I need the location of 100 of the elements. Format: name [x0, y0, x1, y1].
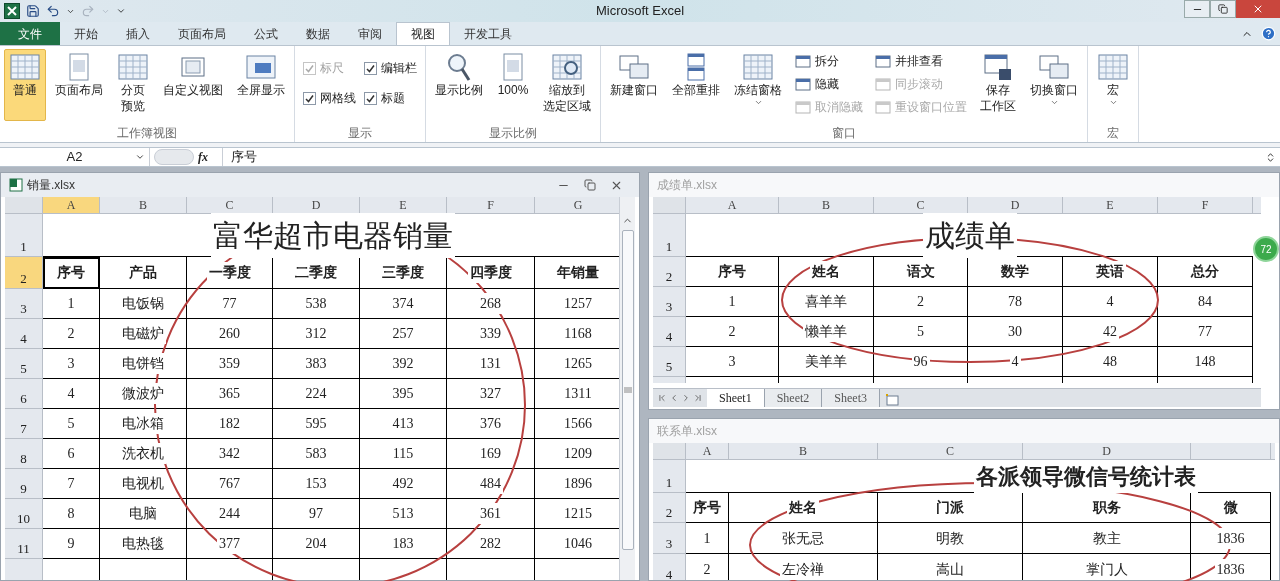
- row-header[interactable]: 7: [5, 409, 43, 439]
- ribbon-button[interactable]: 全屏显示: [232, 49, 290, 121]
- ribbon-small-button[interactable]: 隐藏: [795, 74, 863, 94]
- ribbon-button[interactable]: 显示比例: [430, 49, 488, 121]
- ribbon-tab[interactable]: 公式: [240, 22, 292, 45]
- next-sheet-icon[interactable]: [681, 393, 691, 403]
- ribbon-group-label: 窗口: [831, 125, 857, 142]
- ribbon-tab[interactable]: 开始: [60, 22, 112, 45]
- sheet-tab[interactable]: Sheet1: [707, 389, 765, 407]
- scrollbar-thumb[interactable]: [621, 230, 634, 550]
- column-header[interactable]: E: [1063, 197, 1158, 214]
- row-header[interactable]: [653, 377, 686, 383]
- previous-sheet-icon[interactable]: [669, 393, 679, 403]
- ribbon-button[interactable]: 自定义视图: [158, 49, 228, 121]
- row-header[interactable]: 3: [653, 523, 686, 554]
- ribbon-tab[interactable]: 数据: [292, 22, 344, 45]
- column-header[interactable]: C: [874, 197, 968, 214]
- row-header[interactable]: 2: [653, 493, 686, 523]
- select-all-corner[interactable]: [653, 197, 686, 214]
- expand-formula-bar-icon[interactable]: [1265, 151, 1276, 163]
- row-header[interactable]: 4: [653, 317, 686, 347]
- column-header[interactable]: [1191, 443, 1271, 460]
- row-header[interactable]: 5: [5, 349, 43, 379]
- customize-toolbar-icon[interactable]: [116, 6, 126, 16]
- formula-bar-splitter[interactable]: [154, 149, 194, 165]
- ribbon-button[interactable]: 分页 预览: [112, 49, 154, 121]
- ribbon-button[interactable]: 宏: [1092, 49, 1134, 121]
- column-header[interactable]: [1271, 443, 1275, 460]
- ribbon-tab[interactable]: 视图: [396, 22, 450, 45]
- ribbon-small-button[interactable]: 并排查看: [875, 51, 967, 71]
- row-header[interactable]: 3: [653, 287, 686, 317]
- ribbon-button[interactable]: 页面布局: [50, 49, 108, 121]
- row-header[interactable]: 1: [653, 460, 686, 493]
- column-header[interactable]: B: [779, 197, 874, 214]
- row-header[interactable]: [5, 559, 43, 580]
- ribbon-tab[interactable]: 文件: [0, 22, 60, 45]
- column-header[interactable]: A: [686, 443, 729, 460]
- row-header[interactable]: 6: [5, 379, 43, 409]
- ribbon-tab[interactable]: 插入: [112, 22, 164, 45]
- function-label[interactable]: fx: [198, 148, 222, 166]
- vertical-scrollbar[interactable]: [619, 197, 635, 580]
- last-sheet-icon[interactable]: [693, 393, 703, 403]
- column-header[interactable]: F: [447, 197, 535, 214]
- save-icon[interactable]: [26, 4, 40, 18]
- column-header[interactable]: G: [535, 197, 619, 214]
- app-icon[interactable]: [4, 3, 20, 19]
- sheet-tab[interactable]: Sheet2: [764, 389, 823, 407]
- checkbox[interactable]: [303, 91, 316, 105]
- insert-sheet-icon[interactable]: [884, 393, 900, 406]
- restore-button[interactable]: [1210, 0, 1236, 18]
- ribbon-button[interactable]: 全部重排: [667, 49, 725, 121]
- ribbon-button[interactable]: 冻结窗格: [729, 49, 787, 121]
- sheet-tab[interactable]: Sheet3: [822, 389, 880, 407]
- select-all-corner[interactable]: [5, 197, 43, 214]
- column-header[interactable]: B: [100, 197, 187, 214]
- ribbon-checkbox[interactable]: 标题: [364, 89, 417, 107]
- ribbon-tab[interactable]: 开发工具: [450, 22, 526, 45]
- ribbon-button[interactable]: 100%: [492, 49, 534, 121]
- row-header[interactable]: 4: [5, 319, 43, 349]
- ribbon-small-button[interactable]: 拆分: [795, 51, 863, 71]
- row-header[interactable]: 3: [5, 289, 43, 319]
- ribbon-button[interactable]: 切换窗口: [1025, 49, 1083, 121]
- ribbon-checkbox[interactable]: 网格线: [303, 89, 356, 107]
- ribbon-tab[interactable]: 页面布局: [164, 22, 240, 45]
- column-header[interactable]: B: [729, 443, 878, 460]
- redo-icon[interactable]: [81, 4, 95, 18]
- row-header[interactable]: 4: [653, 554, 686, 580]
- column-header[interactable]: A: [686, 197, 779, 214]
- ribbon-tab[interactable]: 审阅: [344, 22, 396, 45]
- column-header[interactable]: C: [187, 197, 273, 214]
- row-header[interactable]: 5: [653, 347, 686, 377]
- name-box[interactable]: A2: [0, 148, 150, 166]
- ribbon-button[interactable]: 普通: [4, 49, 46, 121]
- column-header[interactable]: D: [968, 197, 1063, 214]
- checkbox[interactable]: [364, 91, 377, 105]
- ribbon-button[interactable]: 新建窗口: [605, 49, 663, 121]
- row-header[interactable]: 11: [5, 529, 43, 559]
- column-header[interactable]: C: [878, 443, 1023, 460]
- row-header[interactable]: 2: [5, 257, 43, 289]
- column-header[interactable]: D: [1023, 443, 1191, 460]
- formula-field[interactable]: 序号: [222, 148, 1265, 166]
- column-heading: 一季度: [206, 262, 253, 283]
- select-all-corner[interactable]: [653, 443, 686, 460]
- row-header[interactable]: 10: [5, 499, 43, 529]
- checkbox[interactable]: [364, 61, 377, 75]
- restore-icon[interactable]: [584, 178, 596, 191]
- row-header[interactable]: 9: [5, 469, 43, 499]
- column-header[interactable]: F: [1158, 197, 1253, 214]
- ribbon-button[interactable]: 缩放到 选定区域: [538, 49, 596, 121]
- row-header[interactable]: 1: [5, 214, 43, 257]
- undo-icon[interactable]: [46, 4, 60, 18]
- first-sheet-icon[interactable]: [657, 393, 667, 403]
- ribbon-button[interactable]: 保存 工作区: [975, 49, 1021, 121]
- ribbon-checkbox[interactable]: 编辑栏: [364, 59, 417, 77]
- column-header[interactable]: [1253, 197, 1261, 214]
- row-header[interactable]: 2: [653, 257, 686, 287]
- column-header[interactable]: A: [43, 197, 100, 214]
- help-icon[interactable]: [1261, 26, 1276, 41]
- row-header[interactable]: 1: [653, 214, 686, 257]
- row-header[interactable]: 8: [5, 439, 43, 469]
